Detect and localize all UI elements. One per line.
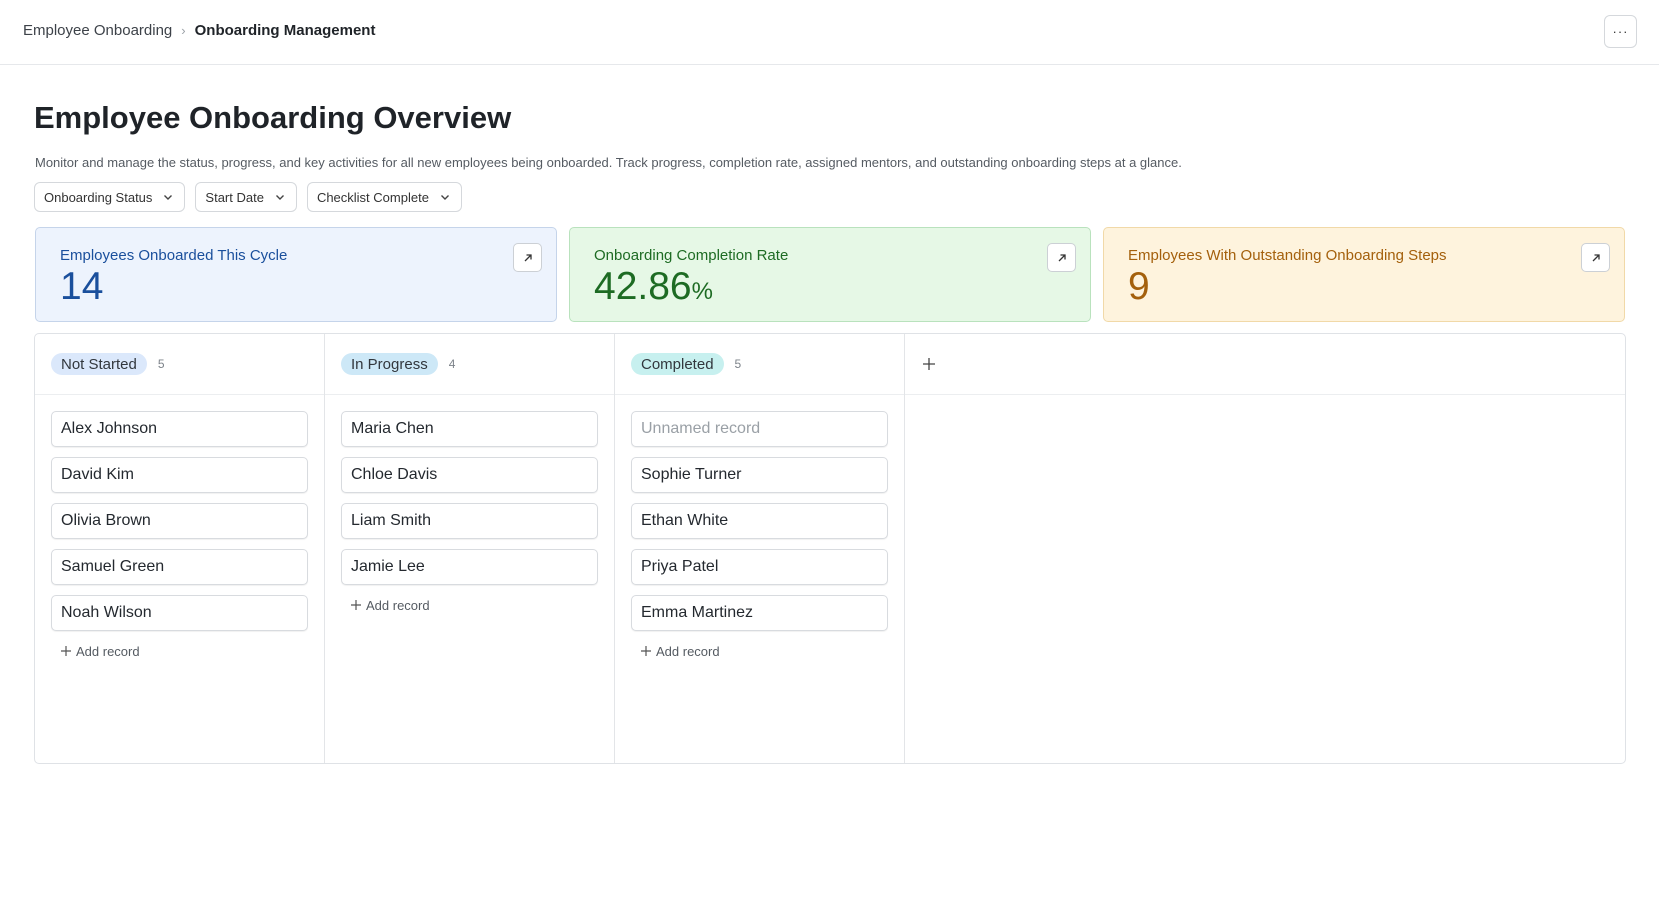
record-card[interactable]: Priya Patel <box>631 549 888 585</box>
plus-icon <box>641 646 651 656</box>
metric-card-completion-rate: Onboarding Completion Rate 42.86% <box>569 227 1091 322</box>
add-record-button[interactable]: Add record <box>631 641 888 661</box>
add-record-button[interactable]: Add record <box>51 641 308 661</box>
filter-checklist-complete[interactable]: Checklist Complete <box>306 182 462 212</box>
metric-card-outstanding: Employees With Outstanding Onboarding St… <box>1103 227 1625 322</box>
chevron-down-icon <box>275 195 284 200</box>
record-card[interactable]: Jamie Lee <box>341 549 598 585</box>
column-completed: Completed 5 Unnamed record Sophie Turner… <box>615 334 905 763</box>
breadcrumb-current: Onboarding Management <box>194 22 376 39</box>
open-metric-button[interactable] <box>1581 243 1610 272</box>
record-card[interactable]: David Kim <box>51 457 308 493</box>
filter-onboarding-status[interactable]: Onboarding Status <box>34 182 186 212</box>
metric-cards: Employees Onboarded This Cycle 14 Onboar… <box>35 227 1625 322</box>
record-list: Unnamed record Sophie Turner Ethan White… <box>615 395 904 661</box>
record-card[interactable]: Noah Wilson <box>51 595 308 631</box>
filter-label: Checklist Complete <box>316 189 429 205</box>
record-card[interactable]: Sophie Turner <box>631 457 888 493</box>
column-count: 5 <box>734 357 742 371</box>
filter-start-date[interactable]: Start Date <box>195 182 297 212</box>
record-card[interactable]: Ethan White <box>631 503 888 539</box>
arrow-up-right-icon <box>1058 253 1066 261</box>
status-badge: Not Started <box>51 353 147 375</box>
add-record-button[interactable]: Add record <box>341 595 598 615</box>
add-record-label: Add record <box>76 643 140 659</box>
page-title: Employee Onboarding Overview <box>34 100 512 135</box>
column-header: Completed 5 <box>615 334 904 395</box>
column-header: In Progress 4 <box>325 334 614 395</box>
record-card[interactable]: Liam Smith <box>341 503 598 539</box>
kanban-board: Not Started 5 Alex Johnson David Kim Oli… <box>34 333 1626 764</box>
metric-card-onboarded: Employees Onboarded This Cycle 14 <box>35 227 557 322</box>
column-in-progress: In Progress 4 Maria Chen Chloe Davis Lia… <box>325 334 615 763</box>
breadcrumb-parent-link[interactable]: Employee Onboarding <box>23 22 172 39</box>
metric-label: Onboarding Completion Rate <box>594 247 789 264</box>
metric-value: 14 <box>60 265 104 308</box>
metric-label: Employees Onboarded This Cycle <box>60 247 288 264</box>
filter-label: Onboarding Status <box>44 189 153 205</box>
record-list: Maria Chen Chloe Davis Liam Smith Jamie … <box>325 395 614 615</box>
add-column-area <box>905 334 1625 395</box>
record-card[interactable]: Alex Johnson <box>51 411 308 447</box>
more-options-button[interactable]: ··· <box>1604 15 1637 48</box>
record-card[interactable]: Olivia Brown <box>51 503 308 539</box>
record-card[interactable]: Unnamed record <box>631 411 888 447</box>
record-list: Alex Johnson David Kim Olivia Brown Samu… <box>35 395 324 661</box>
page-description: Monitor and manage the status, progress,… <box>35 155 1182 170</box>
filter-bar: Onboarding Status Start Date Checklist C… <box>34 182 462 212</box>
record-card[interactable]: Maria Chen <box>341 411 598 447</box>
record-card[interactable]: Samuel Green <box>51 549 308 585</box>
add-record-label: Add record <box>656 643 720 659</box>
add-record-label: Add record <box>366 597 430 613</box>
arrow-up-right-icon <box>524 253 532 261</box>
breadcrumb: Employee Onboarding › Onboarding Managem… <box>23 22 375 39</box>
plus-icon[interactable] <box>922 357 936 371</box>
status-badge: Completed <box>631 353 724 375</box>
column-count: 5 <box>157 357 165 371</box>
record-card[interactable]: Emma Martinez <box>631 595 888 631</box>
breadcrumb-separator-icon: › <box>181 23 186 38</box>
column-header: Not Started 5 <box>35 334 324 395</box>
metric-label: Employees With Outstanding Onboarding St… <box>1128 247 1447 264</box>
chevron-down-icon <box>440 195 449 200</box>
filter-label: Start Date <box>205 189 264 205</box>
status-badge: In Progress <box>341 353 438 375</box>
plus-icon <box>351 600 361 610</box>
plus-icon <box>61 646 71 656</box>
metric-value: 9 <box>1128 265 1150 308</box>
chevron-down-icon <box>164 195 173 200</box>
record-card[interactable]: Chloe Davis <box>341 457 598 493</box>
arrow-up-right-icon <box>1592 253 1600 261</box>
column-not-started: Not Started 5 Alex Johnson David Kim Oli… <box>35 334 325 763</box>
column-count: 4 <box>448 357 456 371</box>
open-metric-button[interactable] <box>513 243 542 272</box>
top-bar: Employee Onboarding › Onboarding Managem… <box>0 0 1659 65</box>
metric-value: 42.86% <box>594 265 713 308</box>
open-metric-button[interactable] <box>1047 243 1076 272</box>
